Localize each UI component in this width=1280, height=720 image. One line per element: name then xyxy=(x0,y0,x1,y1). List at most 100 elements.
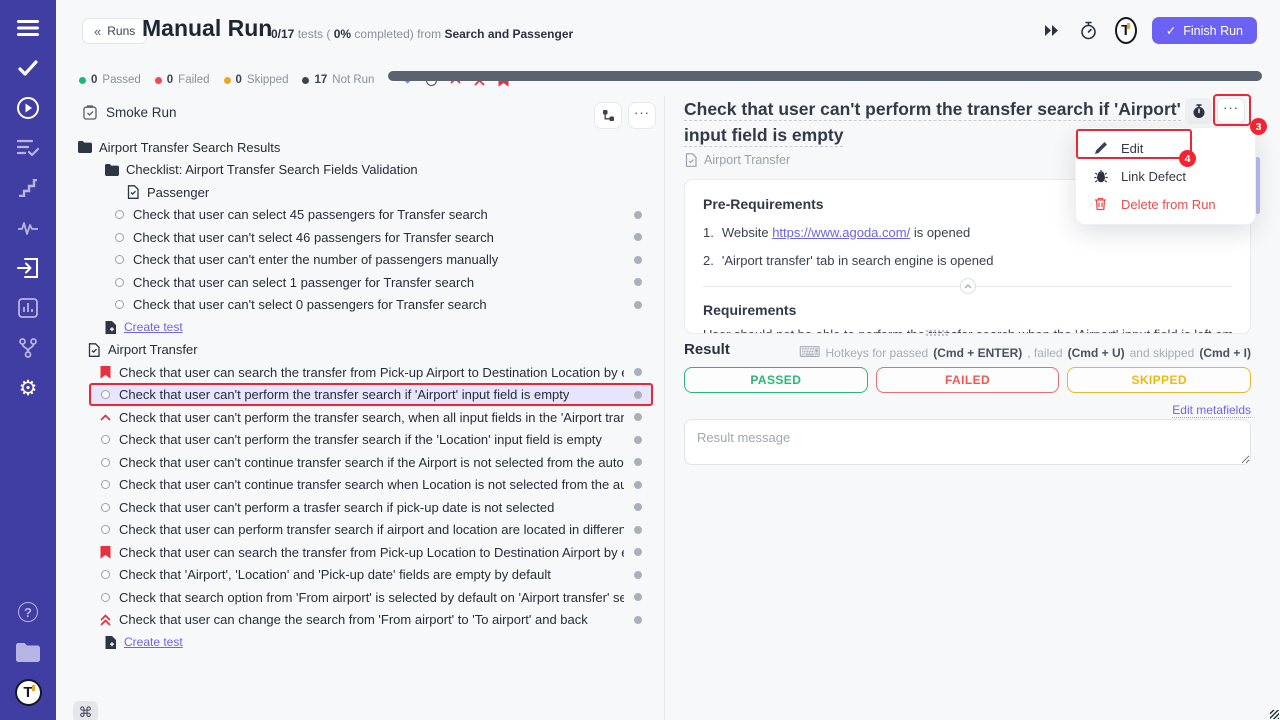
panel-divider[interactable] xyxy=(664,96,665,720)
menu-item-link-defect[interactable]: Link Defect xyxy=(1076,162,1255,190)
keyboard-icon: ⌨ xyxy=(799,345,821,360)
tree-test-row[interactable]: Check that user can search the transfer … xyxy=(56,541,664,564)
test-timer-button[interactable] xyxy=(1185,98,1212,124)
tree-group-row[interactable]: Airport Transfer xyxy=(56,339,664,362)
notrun-circle-icon xyxy=(101,480,110,489)
skipped-dot-icon xyxy=(224,77,231,84)
resize-handle-dots[interactable] xyxy=(925,329,949,336)
test-status-dot xyxy=(634,481,642,489)
tree-folder-row[interactable]: Airport Transfer Search Results xyxy=(56,136,664,159)
stat-notrun[interactable]: 17Not Run xyxy=(302,74,374,86)
skipped-button[interactable]: SKIPPED xyxy=(1067,367,1251,393)
double-chevron-left-icon: « xyxy=(94,24,101,39)
tree-test-row[interactable]: Check that user can't enter the number o… xyxy=(56,249,664,272)
projects-folder-icon[interactable] xyxy=(14,638,42,666)
tree-test-row[interactable]: Check that user can select 1 passenger f… xyxy=(56,271,664,294)
annotation-badge-3: 3 xyxy=(1250,118,1267,135)
notrun-circle-icon xyxy=(101,593,110,602)
tree-test-row[interactable]: Check that user can't perform a trasfer … xyxy=(56,496,664,519)
prereq-item: 2.'Airport transfer' tab in search engin… xyxy=(703,253,1232,268)
test-plans-icon[interactable] xyxy=(14,134,42,162)
menu-item-delete-from-run[interactable]: Delete from Run xyxy=(1076,190,1255,218)
tree-test-row[interactable]: Check that user can search the transfer … xyxy=(56,361,664,384)
tree-structure-button[interactable] xyxy=(594,102,622,129)
help-icon[interactable]: ? xyxy=(14,598,42,626)
caret-up-priority-icon xyxy=(100,414,111,421)
fast-forward-icon[interactable] xyxy=(1041,20,1063,42)
stat-skipped[interactable]: 0Skipped xyxy=(224,74,289,86)
trash-icon xyxy=(1093,197,1108,211)
run-name[interactable]: Smoke Run xyxy=(83,105,177,120)
window-resize-corner[interactable] xyxy=(1270,710,1279,719)
notrun-circle-icon xyxy=(101,458,110,467)
tree-create-row[interactable]: Create test xyxy=(56,631,664,654)
tests-check-icon[interactable] xyxy=(14,54,42,82)
notrun-circle-icon xyxy=(101,570,110,579)
notrun-circle-icon xyxy=(115,278,124,287)
import-icon[interactable] xyxy=(14,254,42,282)
test-group-tag[interactable]: Airport Transfer xyxy=(685,153,790,167)
edit-metafields-link[interactable]: Edit metafields xyxy=(1172,403,1251,418)
tree-test-row[interactable]: Check that user can't select 0 passenger… xyxy=(56,294,664,317)
document-icon xyxy=(685,153,697,167)
passed-button[interactable]: PASSED xyxy=(684,367,868,393)
test-more-button[interactable]: ··· xyxy=(1217,98,1245,124)
test-status-dot xyxy=(634,211,642,219)
run-progress-bar xyxy=(388,71,1262,81)
settings-gear-icon[interactable]: ⚙ xyxy=(14,374,42,402)
double-caret-priority-icon xyxy=(100,614,111,626)
tree-more-button[interactable]: ··· xyxy=(628,102,656,129)
sidebar-nav: ⚙ ? T xyxy=(0,0,56,720)
tree-test-row[interactable]: Check that user can perform transfer sea… xyxy=(56,519,664,542)
tree-test-row[interactable]: Check that user can't continue transfer … xyxy=(56,451,664,474)
stat-failed[interactable]: 0Failed xyxy=(155,74,210,86)
bookmark-priority-icon xyxy=(100,546,111,559)
finish-run-button[interactable]: ✓ Finish Run xyxy=(1152,17,1257,44)
milestones-steps-icon[interactable] xyxy=(14,174,42,202)
pulse-activity-icon[interactable] xyxy=(14,214,42,242)
notrun-circle-icon xyxy=(101,525,110,534)
test-group-doc-icon xyxy=(127,185,139,199)
runs-play-icon[interactable] xyxy=(14,94,42,122)
test-context-menu: Edit Link Defect Delete from Run xyxy=(1075,127,1256,225)
folder-icon xyxy=(78,141,92,153)
tree-create-row[interactable]: Create test xyxy=(56,316,664,339)
app-logo-icon[interactable]: T xyxy=(14,678,42,706)
notrun-circle-icon xyxy=(115,210,124,219)
menu-item-edit[interactable]: Edit xyxy=(1076,134,1255,162)
workspace-logo-icon[interactable]: T xyxy=(1115,20,1137,42)
failed-button[interactable]: FAILED xyxy=(876,367,1060,393)
reports-chart-icon[interactable] xyxy=(14,294,42,322)
tree-folder-row[interactable]: Checklist: Airport Transfer Search Field… xyxy=(56,159,664,182)
test-status-dot xyxy=(634,278,642,286)
command-shortcut-button[interactable]: ⌘ xyxy=(73,701,98,720)
prereq-link[interactable]: https://www.agoda.com/ xyxy=(772,225,910,240)
back-to-runs-button[interactable]: « Runs xyxy=(82,18,147,44)
test-status-dot xyxy=(634,548,642,556)
clipboard-check-icon xyxy=(83,105,97,120)
tree-test-row[interactable]: Check that user can't perform the transf… xyxy=(56,406,664,429)
tree-test-row[interactable]: Check that 'Airport', 'Location' and 'Pi… xyxy=(56,564,664,587)
branch-icon[interactable] xyxy=(14,334,42,362)
tree-test-row[interactable]: Check that user can't perform the transf… xyxy=(56,384,664,407)
test-status-dot xyxy=(634,413,642,421)
notrun-circle-icon xyxy=(115,233,124,242)
passed-dot-icon xyxy=(79,77,86,84)
bookmark-priority-icon xyxy=(100,366,111,379)
menu-icon[interactable] xyxy=(14,14,42,42)
tree-test-row[interactable]: Check that search option from 'From airp… xyxy=(56,586,664,609)
notrun-circle-icon xyxy=(101,435,110,444)
tree-test-row[interactable]: Check that user can't perform the transf… xyxy=(56,429,664,452)
result-message-input[interactable] xyxy=(684,419,1251,465)
tree-test-row[interactable]: Check that user can't continue transfer … xyxy=(56,474,664,497)
tree-test-row[interactable]: Check that user can't select 46 passenge… xyxy=(56,226,664,249)
tree-test-row[interactable]: Check that user can change the search fr… xyxy=(56,609,664,632)
tree-test-row[interactable]: Check that user can select 45 passengers… xyxy=(56,204,664,227)
timer-icon[interactable] xyxy=(1078,20,1100,42)
collapse-circle-icon[interactable] xyxy=(960,278,976,294)
tree-group-row[interactable]: Passenger xyxy=(56,181,664,204)
stat-passed[interactable]: 0Passed xyxy=(79,74,141,86)
test-status-dot xyxy=(634,616,642,624)
test-status-dot xyxy=(634,368,642,376)
test-status-dot xyxy=(634,503,642,511)
